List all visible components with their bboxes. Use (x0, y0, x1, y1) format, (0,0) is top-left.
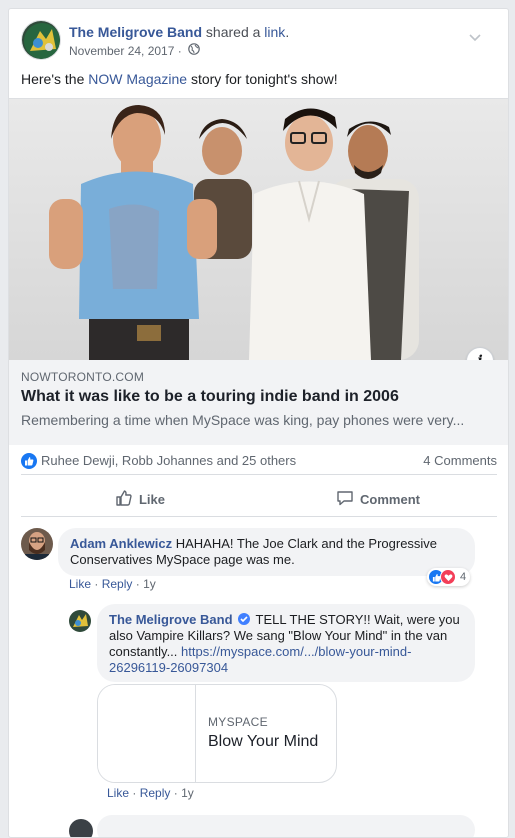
globe-icon (188, 43, 200, 58)
action-bar: Like Comment (21, 483, 497, 517)
comment-reactions[interactable]: 4 (427, 568, 471, 586)
period: . (285, 24, 290, 40)
link-description: Remembering a time when MySpace was king… (21, 412, 465, 428)
page-name-link[interactable]: The Meligrove Band (69, 24, 202, 40)
comment-meta: Like · Reply · 1y (69, 577, 156, 591)
reply-avatar[interactable] (69, 610, 91, 632)
link-meta[interactable]: NOWTORONTO.COM What it was like to be a … (9, 360, 508, 445)
shared-link-card[interactable]: MYSPACE Blow Your Mind (97, 684, 337, 783)
next-comment-avatar[interactable] (69, 819, 93, 837)
date-separator: · (174, 43, 186, 58)
reply-author[interactable]: The Meligrove Band (109, 612, 233, 627)
like-reaction-icon (21, 452, 37, 469)
band-photo[interactable] (9, 99, 508, 360)
comments-count[interactable]: 4 Comments (423, 453, 497, 468)
post-meta: November 24, 2017 · (69, 43, 200, 58)
link-preview[interactable]: i NOWTORONTO.COM What it was like to be … (9, 98, 508, 445)
reaction-names[interactable]: Ruhee Dewji, Robb Johannes and 25 others (41, 453, 296, 468)
shared-link-title[interactable]: Blow Your Mind (208, 733, 318, 751)
like-label: Like (138, 492, 165, 507)
reactions-row: Ruhee Dewji, Robb Johannes and 25 others… (21, 449, 497, 475)
comment-label: Comment (360, 492, 420, 507)
reply-meta: Like · Reply · 1y (107, 786, 194, 800)
comment-button[interactable]: Comment (259, 483, 497, 516)
link-title[interactable]: What it was like to be a touring indie b… (21, 388, 399, 406)
post-header: The Meligrove Band shared a link. Novemb… (21, 20, 491, 62)
comment-bubble: Adam Anklewicz HAHAHA! The Joe Clark and… (58, 528, 475, 576)
like-button[interactable]: Like (21, 483, 259, 516)
comment-like-link[interactable]: Like (69, 577, 91, 591)
verified-badge-icon (238, 613, 251, 625)
reply-bubble: The Meligrove Band TELL THE STORY!! Wait… (97, 604, 475, 682)
shared-link-domain: MYSPACE (208, 715, 268, 729)
reply-reply-link[interactable]: Reply (140, 786, 171, 800)
comment-reply-link[interactable]: Reply (102, 577, 133, 591)
comment-reaction-count: 4 (460, 571, 467, 583)
post-date[interactable]: November 24, 2017 (69, 44, 174, 58)
comment-age[interactable]: 1y (143, 577, 156, 591)
post-header-line: The Meligrove Band shared a link. (69, 24, 289, 40)
post-card: The Meligrove Band shared a link. Novemb… (8, 8, 509, 838)
shared-link-thumbnail (98, 685, 196, 782)
page-avatar[interactable] (21, 20, 61, 60)
now-magazine-link[interactable]: NOW Magazine (88, 71, 187, 87)
shared-link[interactable]: link (264, 24, 285, 40)
thumbs-up-icon (115, 489, 133, 510)
post-text-start: Here's the (21, 71, 89, 87)
comment-author[interactable]: Adam Anklewicz (70, 536, 172, 551)
link-domain: NOWTORONTO.COM (21, 370, 145, 384)
comment-bubble-icon (336, 489, 354, 510)
reply-age[interactable]: 1y (181, 786, 194, 800)
shared-text: shared a (205, 24, 261, 40)
love-reaction-icon (440, 569, 456, 585)
reaction-summary[interactable]: Ruhee Dewji, Robb Johannes and 25 others (21, 452, 296, 469)
post-text-end: story for tonight's show! (187, 71, 338, 87)
reply-like-link[interactable]: Like (107, 786, 129, 800)
next-comment-bubble (97, 815, 475, 837)
commenter-avatar[interactable] (21, 528, 53, 560)
chevron-down-icon[interactable] (467, 30, 483, 46)
post-message: Here's the NOW Magazine story for tonigh… (21, 71, 338, 87)
